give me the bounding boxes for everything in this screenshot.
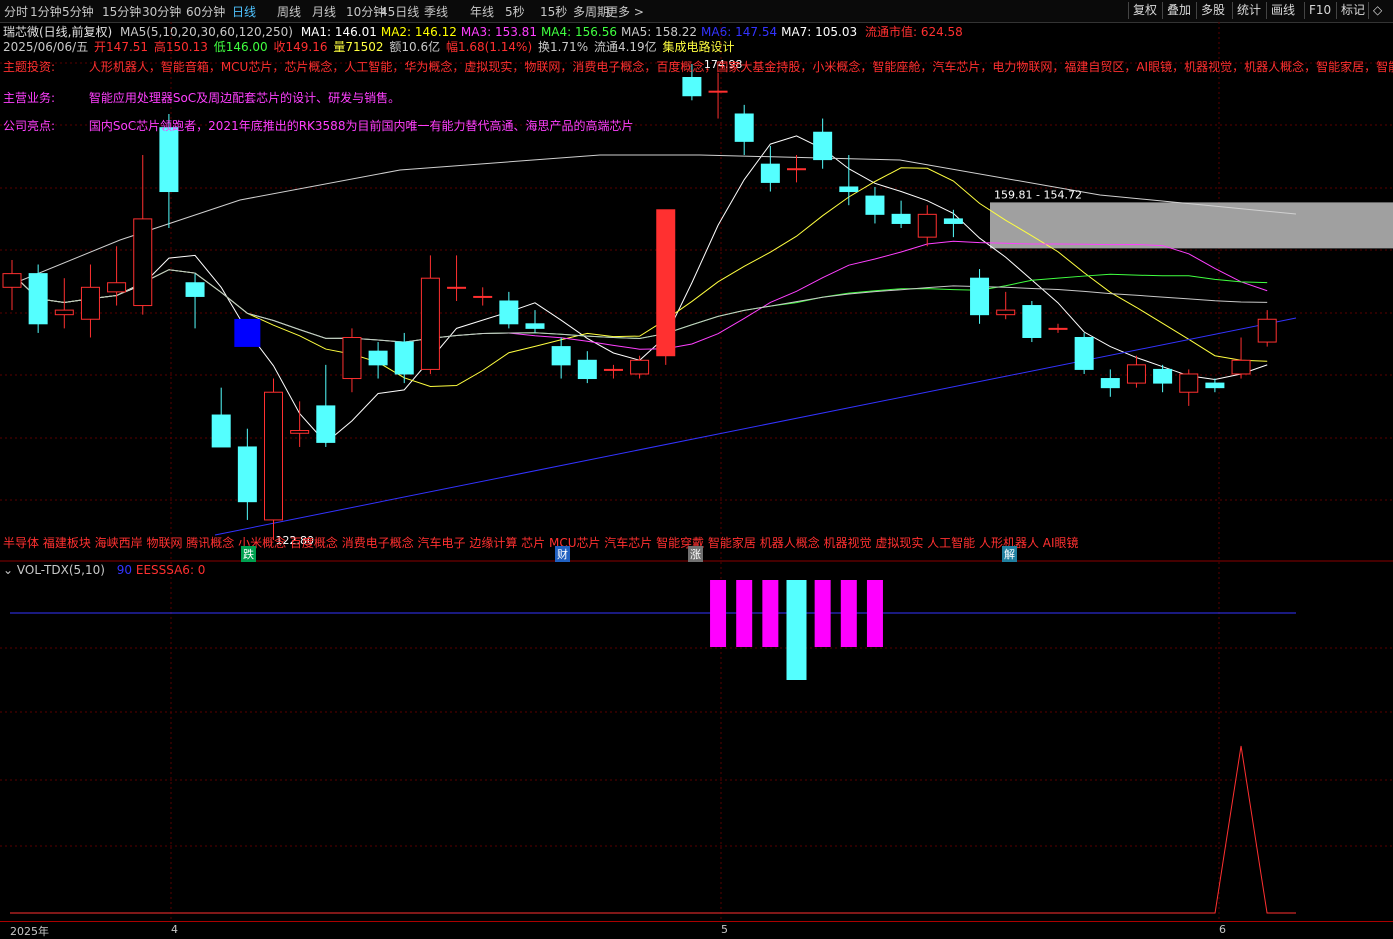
blue-signal-block	[234, 318, 261, 347]
candle-body	[891, 213, 911, 224]
candle-body	[237, 446, 257, 503]
candle-body	[1205, 382, 1225, 389]
candle-body	[708, 90, 728, 93]
indicator-bar	[814, 580, 831, 647]
candle-body	[1231, 359, 1251, 375]
candle-body	[943, 218, 963, 224]
candle-body	[473, 295, 493, 298]
indicator-bar	[710, 580, 727, 647]
candle-body	[1100, 378, 1120, 389]
candle-body	[813, 131, 833, 161]
candle-body	[316, 405, 336, 443]
axis-month-label: 6	[1219, 923, 1226, 936]
candle-body	[2, 273, 22, 288]
candle-body	[28, 273, 48, 325]
candle-body	[290, 430, 310, 434]
long-ma-line	[214, 317, 1297, 536]
candle-body	[211, 414, 231, 448]
indicator-name[interactable]: VOL-TDX(5,10)	[17, 563, 105, 577]
axis-month-label: 5	[721, 923, 728, 936]
candle-body	[1022, 305, 1042, 338]
candle-body	[577, 359, 597, 380]
axis-month-label: 4	[171, 923, 178, 936]
candle-body	[368, 350, 388, 366]
candle-body	[133, 218, 153, 307]
candle-body	[630, 359, 650, 375]
candle-body	[1074, 336, 1094, 370]
indicator-header: ⌄ VOL-TDX(5,10) 90 EESSSA6: 0	[3, 563, 205, 577]
candle-body	[525, 323, 545, 329]
candle-body	[394, 341, 414, 375]
indicator-value1: 90	[116, 563, 133, 577]
candle-body	[996, 309, 1016, 316]
theme-investment-row: 主题投资: 人形机器人，智能音箱，MCU芯片，芯片概念，人工智能，华为概念，虚拟…	[3, 58, 1393, 75]
candle-body	[420, 277, 440, 370]
kline-chart[interactable]: 174.98122.80159.81 - 154.72	[0, 0, 1393, 936]
candle-body	[970, 277, 990, 316]
indicator-bar	[736, 580, 753, 647]
candle-body	[1126, 364, 1146, 384]
candle-body	[80, 286, 100, 320]
time-axis: 2025年 4 5 6	[0, 921, 1393, 938]
event-marker[interactable]: 涨	[688, 546, 703, 562]
candle-body	[787, 168, 806, 171]
candle-body	[159, 127, 179, 193]
candle-body	[760, 163, 780, 183]
axis-year-label: 2025年	[10, 925, 49, 938]
candle-body	[264, 391, 283, 521]
event-marker[interactable]: 跌	[241, 546, 256, 562]
candle-body	[865, 195, 885, 215]
candle-body	[499, 300, 519, 325]
candle-body	[551, 346, 571, 366]
candle-body	[1048, 327, 1068, 330]
range-box	[990, 202, 1393, 249]
candle-body	[1257, 318, 1277, 343]
highlight-label: 公司亮点:	[3, 119, 56, 133]
event-marker[interactable]: 解	[1002, 546, 1017, 562]
indicator-bar	[840, 580, 857, 647]
candle-body	[656, 209, 676, 357]
candle-body	[603, 368, 623, 371]
candle-body	[54, 309, 74, 316]
theme-label: 主题投资:	[3, 60, 56, 74]
business-label: 主营业务:	[3, 91, 56, 105]
company-highlight-row: 公司亮点: 国内SoC芯片领跑者，2021年底推出的RK3588为目前国内唯一有…	[3, 117, 633, 134]
moving-average-line	[11, 269, 1268, 343]
range-box-label: 159.81 - 154.72	[994, 188, 1082, 201]
candle-body	[1153, 368, 1173, 384]
indicator-bar	[866, 580, 883, 647]
main-business-row: 主营业务: 智能应用处理器SoC及周边配套芯片的设计、研发与销售。	[3, 89, 400, 106]
business-value: 智能应用处理器SoC及周边配套芯片的设计、研发与销售。	[88, 91, 401, 105]
event-marker[interactable]: 财	[555, 546, 570, 562]
candle-body	[1179, 373, 1199, 393]
collapse-chevron-icon[interactable]: ⌄	[3, 563, 13, 577]
indicator-bar	[762, 580, 779, 647]
candle-body	[839, 186, 859, 193]
candle-body	[185, 282, 205, 297]
candle-body	[107, 282, 127, 293]
candle-body	[682, 77, 702, 97]
candle-body	[447, 286, 467, 289]
candle-body	[917, 213, 937, 238]
indicator-spike-line	[10, 745, 1296, 914]
moving-average-line	[11, 269, 1268, 343]
candle-body	[734, 113, 754, 142]
candle-body	[342, 336, 362, 380]
indicator-value2: EESSSA6: 0	[135, 563, 206, 577]
theme-value: 人形机器人，智能音箱，MCU芯片，芯片概念，人工智能，华为概念，虚拟现实，物联网…	[88, 60, 1393, 74]
sector-tags-bar[interactable]: 半导体 福建板块 海峡西岸 物联网 腾讯概念 小米概念 百度概念 消费电子概念 …	[3, 534, 1079, 551]
indicator-bar	[786, 580, 807, 680]
highlight-value: 国内SoC芯片领跑者，2021年底推出的RK3588为目前国内唯一有能力替代高通…	[88, 119, 634, 133]
